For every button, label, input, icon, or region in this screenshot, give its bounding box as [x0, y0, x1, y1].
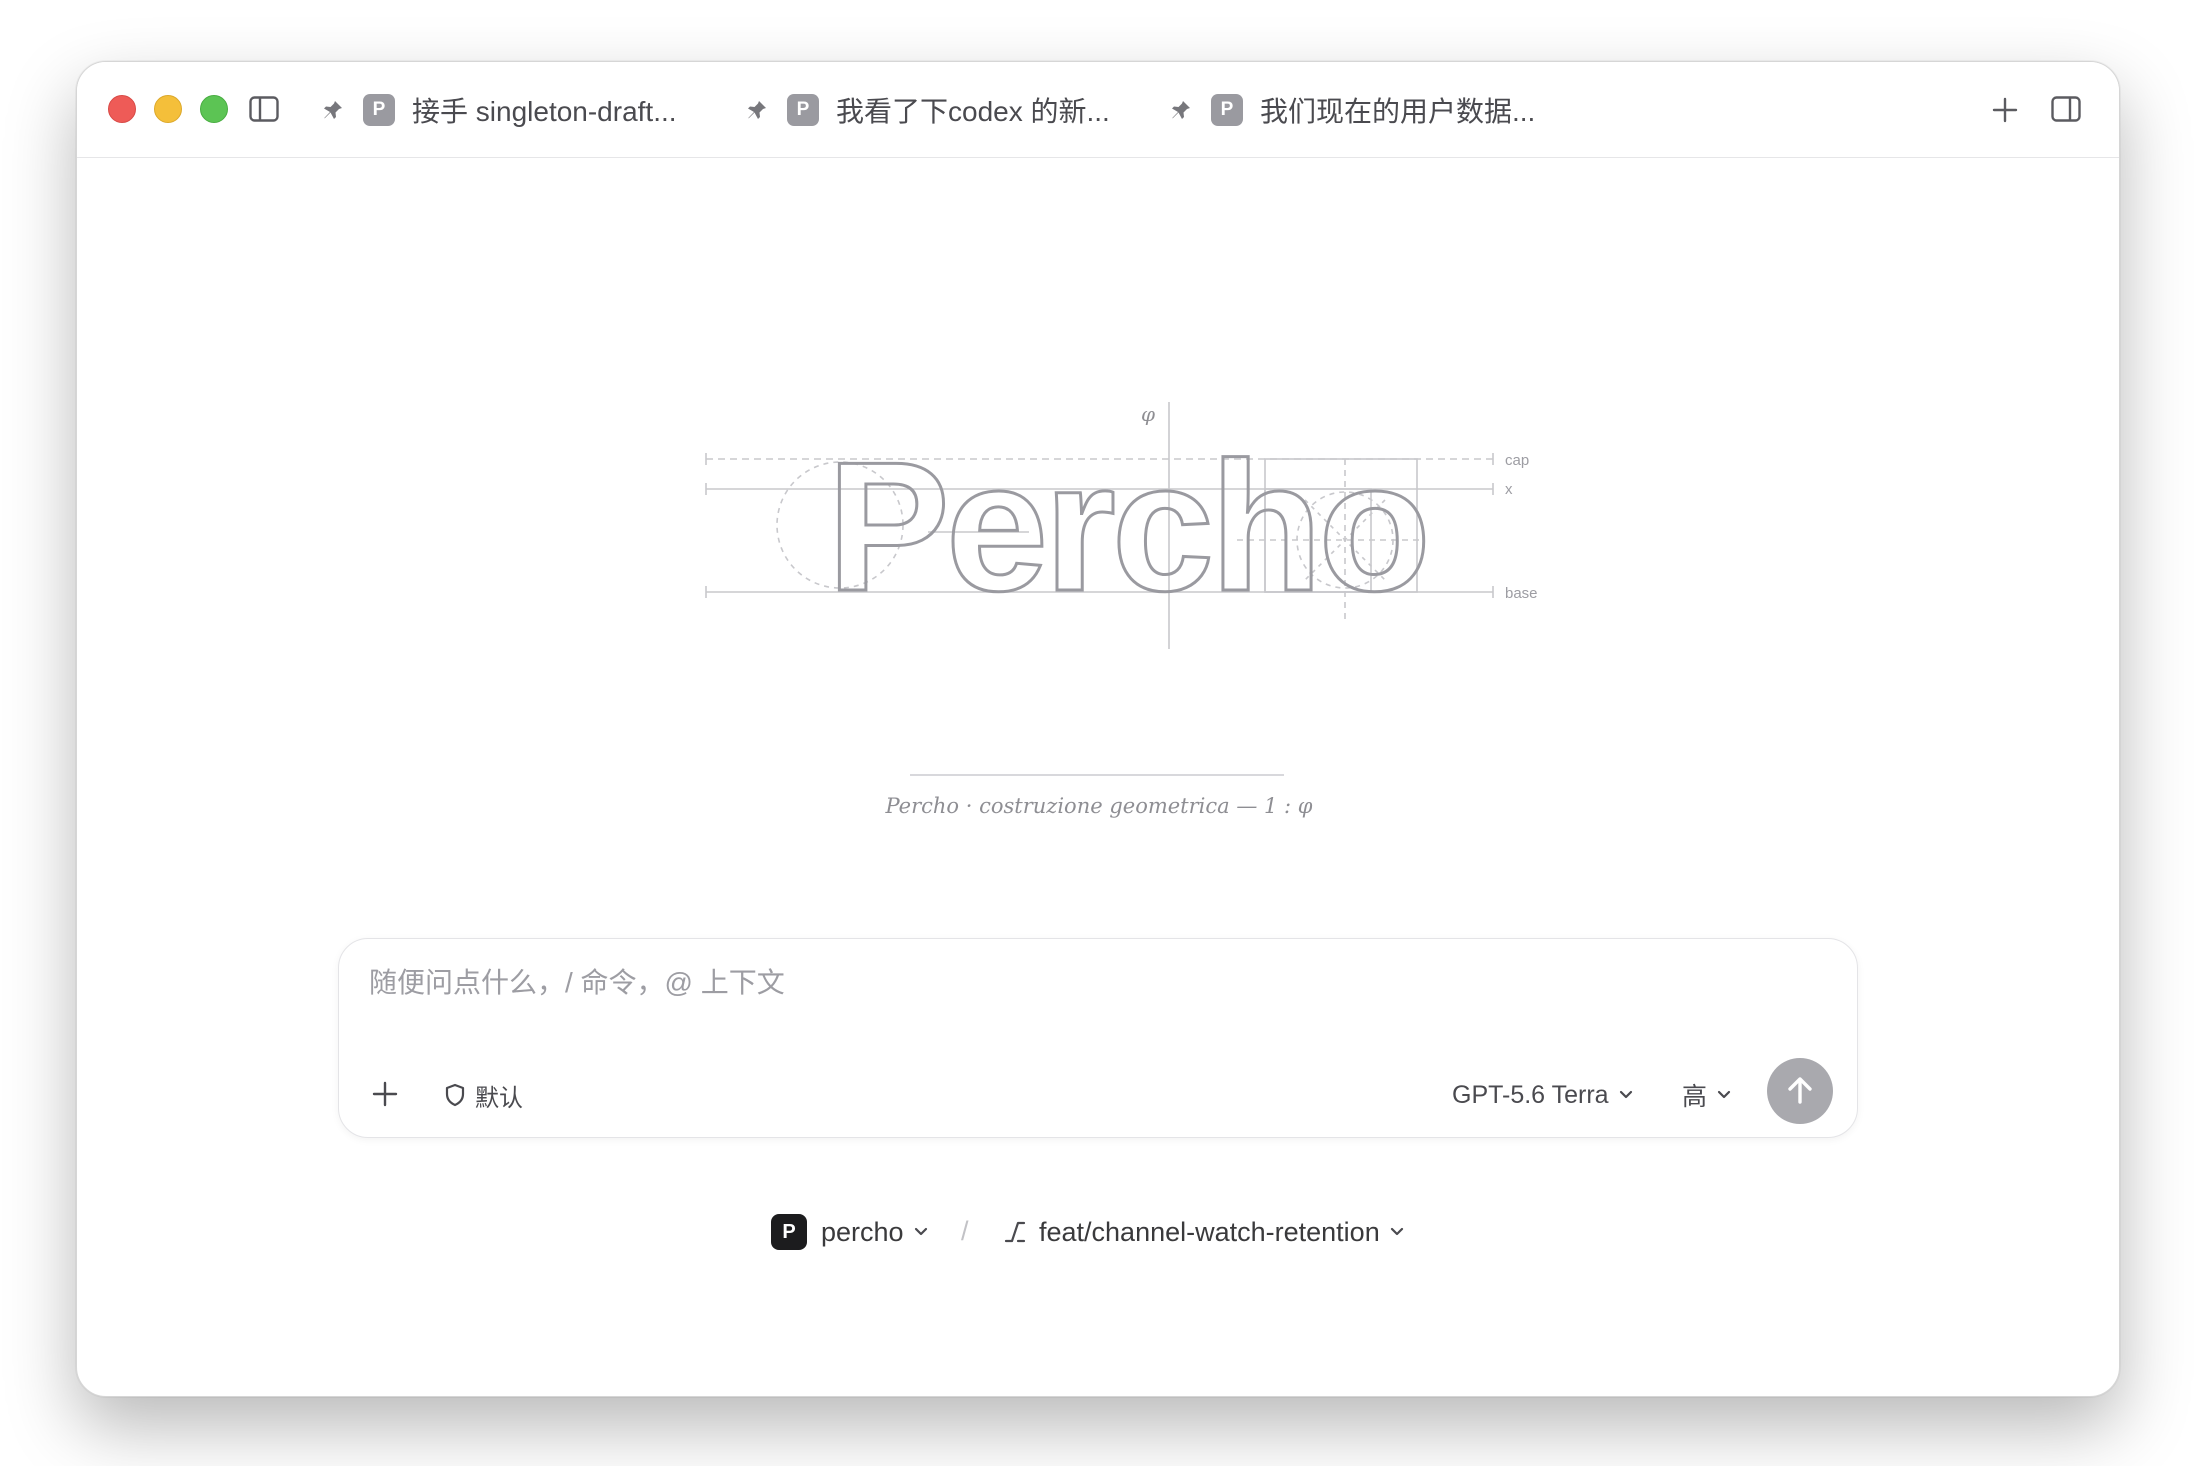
guide-label-cap: cap [1505, 452, 1529, 469]
effort-selector[interactable]: 高 [1682, 1075, 1731, 1115]
permission-mode-label: 默认 [475, 1084, 523, 1112]
chevron-down-icon [1717, 1090, 1731, 1099]
project-badge: P [771, 1214, 807, 1250]
branch-selector[interactable]: feat/channel-watch-retention [1003, 1210, 1416, 1254]
caption-divider [910, 774, 1284, 776]
add-attachment-button[interactable] [365, 1074, 405, 1114]
model-label: GPT-5.6 Terra [1452, 1080, 1609, 1109]
plus-icon [372, 1081, 398, 1107]
context-separator: / [961, 1216, 969, 1246]
logo-caption: Percho · costruzione geometrica — 1 : φ [885, 794, 1313, 818]
chevron-down-icon [914, 1227, 927, 1236]
chevron-down-icon [1619, 1090, 1632, 1099]
guide-label-x: x [1505, 481, 1513, 498]
logo-construction: Percho φ cap x base [705, 402, 1538, 649]
branch-name: feat/channel-watch-retention [1039, 1216, 1380, 1247]
app-window: P 接手 singleton-draft... P 我看了下codex 的新..… [76, 61, 2120, 1397]
chat-composer: 默认 GPT-5.6 Terra 高 [338, 938, 1858, 1138]
phi-mark: φ [1141, 402, 1155, 426]
chevron-down-icon [1390, 1227, 1403, 1236]
send-button[interactable] [1767, 1058, 1833, 1124]
shield-icon [445, 1083, 465, 1107]
prompt-input[interactable] [369, 961, 1769, 1005]
project-name: percho [821, 1216, 904, 1247]
guide-label-base: base [1505, 585, 1538, 602]
logo-wordmark: Percho [827, 423, 1427, 629]
context-bar: P percho / feat/channel-watch-retention [77, 1210, 2119, 1254]
model-selector[interactable]: GPT-5.6 Terra [1452, 1075, 1633, 1115]
branch-icon [1004, 1221, 1026, 1243]
effort-label: 高 [1682, 1083, 1708, 1111]
arrow-up-icon [1788, 1077, 1812, 1104]
project-selector[interactable]: P percho [771, 1210, 928, 1254]
permission-mode-button[interactable]: 默认 [445, 1077, 523, 1113]
